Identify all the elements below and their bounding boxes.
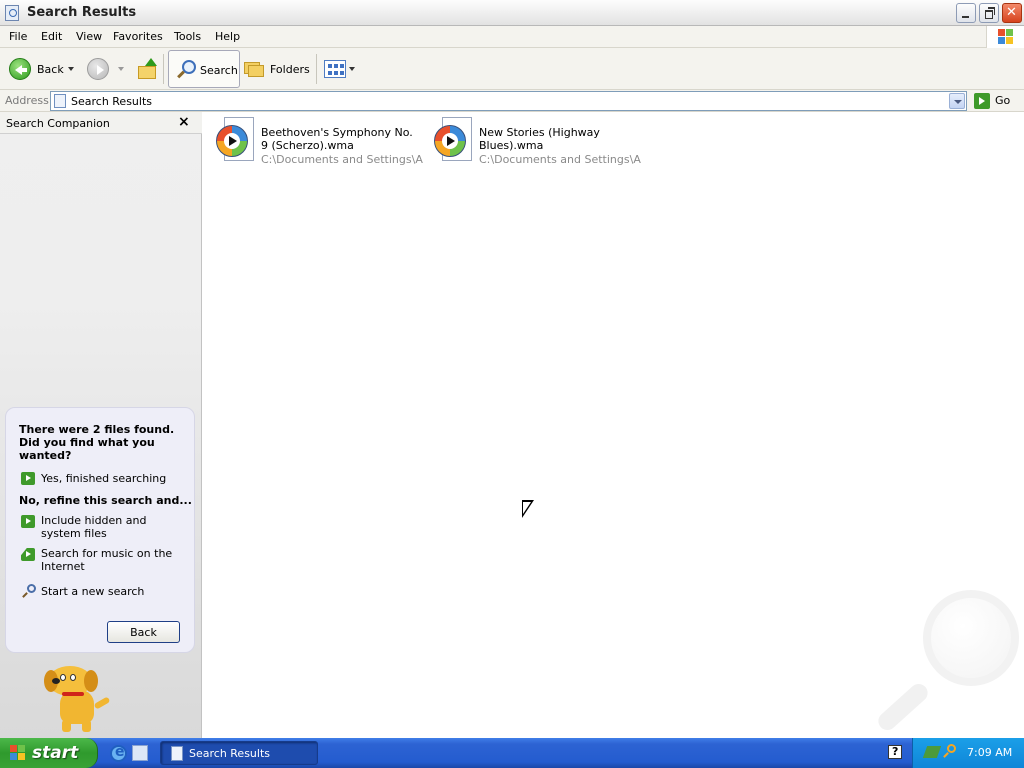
wma-file-icon [433, 117, 473, 163]
folders-icon[interactable] [244, 58, 266, 78]
menu-help[interactable]: Help [215, 30, 240, 43]
search-dog-icon[interactable] [42, 664, 114, 734]
file-name: New Stories (Highway Blues).wma [479, 126, 600, 152]
toolbar-separator [316, 54, 317, 84]
back-arrow-icon[interactable] [9, 58, 31, 80]
back-button-label[interactable]: Back [37, 63, 64, 76]
close-pane-icon[interactable]: × [178, 114, 190, 130]
menu-tools[interactable]: Tools [174, 30, 201, 43]
taskbar-button-label: Search Results [189, 747, 271, 760]
results-balloon: There were 2 files found. Did you find w… [5, 407, 195, 653]
address-input[interactable]: Search Results [50, 91, 967, 111]
mouse-pointer-icon [522, 500, 534, 518]
views-dropdown-icon[interactable] [349, 67, 355, 71]
windows-flag-icon [10, 745, 26, 761]
magnifier-watermark-icon [873, 590, 1023, 738]
minimize-button[interactable] [956, 3, 976, 23]
option-search-music[interactable]: Search for music on the Internet [41, 547, 186, 573]
search-results-window-icon [5, 5, 19, 21]
search-companion-pane: Search Companion × There were 2 files fo… [0, 112, 202, 738]
go-button-label[interactable]: Go [995, 94, 1010, 107]
windows-logo [986, 26, 1024, 48]
search-results-window-icon [171, 746, 183, 761]
folders-button-label[interactable]: Folders [270, 63, 310, 76]
internet-explorer-icon[interactable] [110, 744, 127, 762]
views-icon[interactable] [324, 60, 346, 78]
clock[interactable]: 7:09 AM [967, 746, 1012, 759]
standard-toolbar: Back [0, 48, 1024, 90]
restore-button[interactable] [979, 3, 999, 23]
option-finished-searching[interactable]: Yes, finished searching [41, 472, 186, 485]
show-desktop-icon[interactable] [132, 745, 148, 761]
network-icon[interactable] [922, 746, 942, 758]
address-bar: Address Search Results Go [0, 90, 1024, 112]
address-label: Address [5, 94, 49, 107]
taskbar: start Search Results 7:09 AM [0, 738, 1024, 768]
results-headline: There were 2 files found. Did you find w… [19, 423, 175, 462]
search-icon [176, 58, 198, 80]
search-companion-header: Search Companion × [0, 112, 202, 134]
file-name: Beethoven's Symphony No. 9 (Scherzo).wma [261, 126, 413, 152]
windows-flag-icon [998, 29, 1014, 45]
address-dropdown-icon[interactable] [949, 93, 965, 109]
search-button[interactable]: Search [168, 50, 240, 88]
back-button[interactable]: Back [107, 621, 180, 643]
start-label: start [32, 743, 79, 763]
search-icon[interactable] [22, 584, 37, 599]
search-button-label: Search [200, 64, 238, 77]
title-bar: Search Results [0, 0, 1024, 26]
start-button[interactable]: start [0, 738, 98, 768]
refine-heading: No, refine this search and... [19, 494, 192, 507]
balloon-tail [18, 539, 34, 559]
forward-dropdown-icon[interactable] [118, 67, 124, 71]
menu-edit[interactable]: Edit [41, 30, 62, 43]
option-include-hidden[interactable]: Include hidden and system files [41, 514, 186, 540]
file-path: C:\Documents and Settings\All... [479, 153, 641, 166]
file-item[interactable]: New Stories (Highway Blues).wma C:\Docum… [427, 117, 642, 169]
page-icon [54, 94, 66, 108]
file-item[interactable]: Beethoven's Symphony No. 9 (Scherzo).wma… [209, 117, 424, 169]
taskbar-button-search-results[interactable]: Search Results [160, 741, 318, 765]
menu-favorites[interactable]: Favorites [113, 30, 163, 43]
address-value[interactable]: Search Results [71, 95, 152, 108]
search-companion-title: Search Companion [6, 117, 110, 130]
menu-file[interactable]: File [9, 30, 27, 43]
close-button[interactable] [1002, 3, 1022, 23]
toolbar-separator [163, 54, 164, 84]
back-dropdown-icon[interactable] [68, 67, 74, 71]
option-new-search[interactable]: Start a new search [41, 585, 186, 598]
menu-view[interactable]: View [76, 30, 102, 43]
search-icon[interactable] [943, 744, 957, 758]
green-arrow-icon[interactable] [21, 472, 35, 485]
forward-arrow-icon[interactable] [87, 58, 109, 80]
go-arrow-icon[interactable] [974, 93, 990, 109]
file-path: C:\Documents and Settings\All... [261, 153, 423, 166]
up-folder-icon[interactable] [136, 58, 158, 80]
menu-bar: File Edit View Favorites Tools Help [0, 26, 1024, 48]
wma-file-icon [215, 117, 255, 163]
system-tray: 7:09 AM [912, 738, 1024, 768]
green-arrow-icon[interactable] [21, 515, 35, 528]
window-title: Search Results [27, 5, 137, 20]
help-icon[interactable] [888, 745, 902, 759]
